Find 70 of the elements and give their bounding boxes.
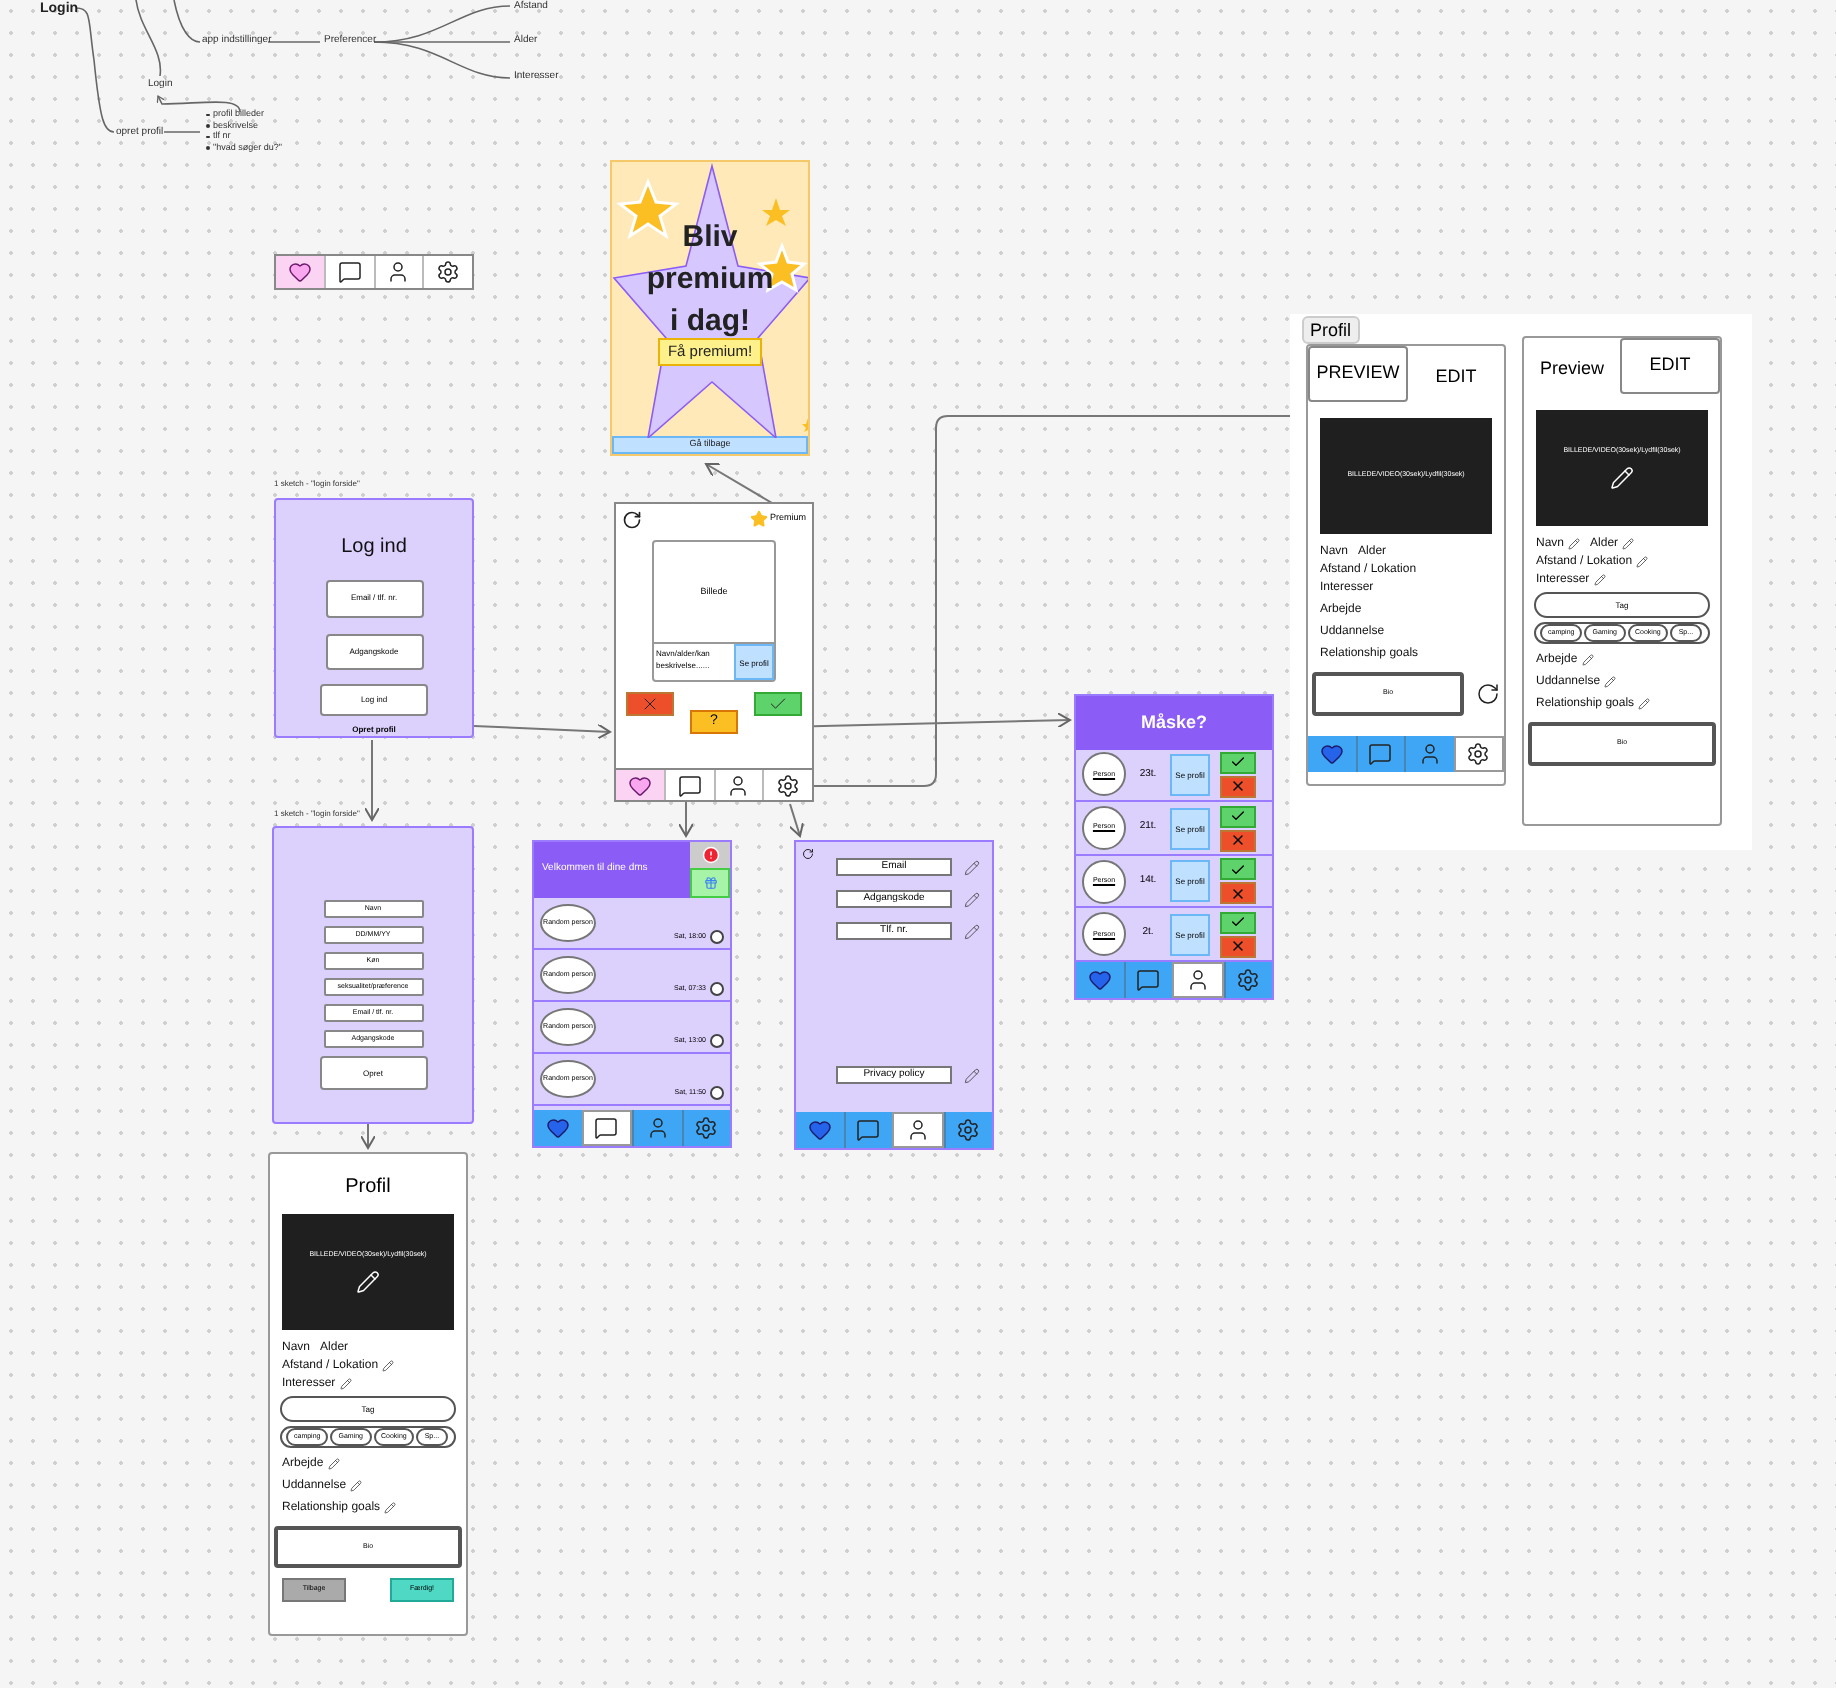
profile-title: Profil <box>343 1178 393 1198</box>
accept-button[interactable] <box>1220 751 1256 774</box>
accept-button[interactable] <box>1220 911 1256 934</box>
check-icon <box>1230 861 1246 878</box>
chat-icon <box>677 773 702 797</box>
alert-tile[interactable] <box>690 842 730 868</box>
check-icon <box>768 694 788 714</box>
refresh-icon[interactable] <box>622 509 642 529</box>
gift-icon <box>703 876 717 890</box>
check-icon <box>1230 808 1246 824</box>
accept-button[interactable] <box>1220 805 1256 827</box>
chat-icon <box>1136 968 1161 993</box>
view-tab[interactable]: Preview <box>1524 338 1620 394</box>
nav-tab[interactable] <box>1172 962 1223 999</box>
chat-icon <box>1368 742 1393 766</box>
chat-icon <box>337 260 362 284</box>
person-icon <box>726 773 751 797</box>
person-icon <box>905 1118 930 1142</box>
reject-button[interactable] <box>1220 829 1256 851</box>
accept-button[interactable] <box>1220 858 1256 881</box>
heart-icon <box>807 1118 832 1142</box>
view-tab[interactable]: EDIT <box>1620 338 1720 394</box>
refresh-icon[interactable] <box>1476 682 1500 706</box>
settings-icon <box>1236 968 1261 993</box>
reject-button[interactable] <box>1220 775 1256 798</box>
connector-arrow <box>360 1123 376 1149</box>
reject-button[interactable] <box>1220 882 1256 905</box>
check-icon <box>1230 754 1246 771</box>
heart-icon <box>1319 742 1344 766</box>
person-icon <box>645 1116 670 1140</box>
login-title: Log ind <box>341 538 407 558</box>
heart-icon <box>545 1116 570 1140</box>
alert-icon <box>701 846 719 864</box>
refresh-icon[interactable] <box>802 848 814 860</box>
heart-icon <box>1087 968 1112 993</box>
settings-icon <box>1466 742 1491 766</box>
x-icon <box>1230 885 1246 902</box>
star-icon <box>749 510 768 528</box>
settings-icon <box>694 1116 719 1140</box>
settings-icon <box>776 773 801 797</box>
x-icon <box>640 694 660 714</box>
connector-arrow <box>364 739 380 821</box>
person-icon <box>386 260 411 284</box>
settings-icon <box>956 1118 981 1142</box>
maybe-title: Måske? <box>1140 709 1208 736</box>
nav-tab[interactable] <box>276 256 324 288</box>
x-icon <box>1230 832 1246 848</box>
x-icon <box>1230 938 1246 955</box>
nav-tab[interactable] <box>892 1112 943 1148</box>
panel-label: Profil <box>1302 316 1360 344</box>
chat-icon <box>594 1116 619 1140</box>
premium-headline: Bliv premium i dag! <box>644 218 776 342</box>
heart-icon <box>287 260 312 284</box>
connector-arrow <box>678 801 694 837</box>
nav-tab[interactable] <box>616 770 664 800</box>
view-tab[interactable]: PREVIEW <box>1308 346 1408 402</box>
person-icon <box>1417 742 1442 766</box>
heart-icon <box>627 773 652 797</box>
nav-tab[interactable] <box>581 1110 632 1146</box>
person-icon <box>1185 968 1210 993</box>
x-icon <box>1230 778 1246 795</box>
nav-tab[interactable] <box>1453 736 1504 772</box>
check-icon <box>1230 914 1246 931</box>
settings-icon <box>436 260 461 284</box>
connector-arrow <box>473 723 611 740</box>
connector-arrow <box>788 803 805 837</box>
view-tab[interactable]: EDIT <box>1408 346 1504 402</box>
gift-tile[interactable] <box>690 868 730 898</box>
chat-icon <box>856 1118 881 1142</box>
reject-button[interactable] <box>1220 935 1256 958</box>
